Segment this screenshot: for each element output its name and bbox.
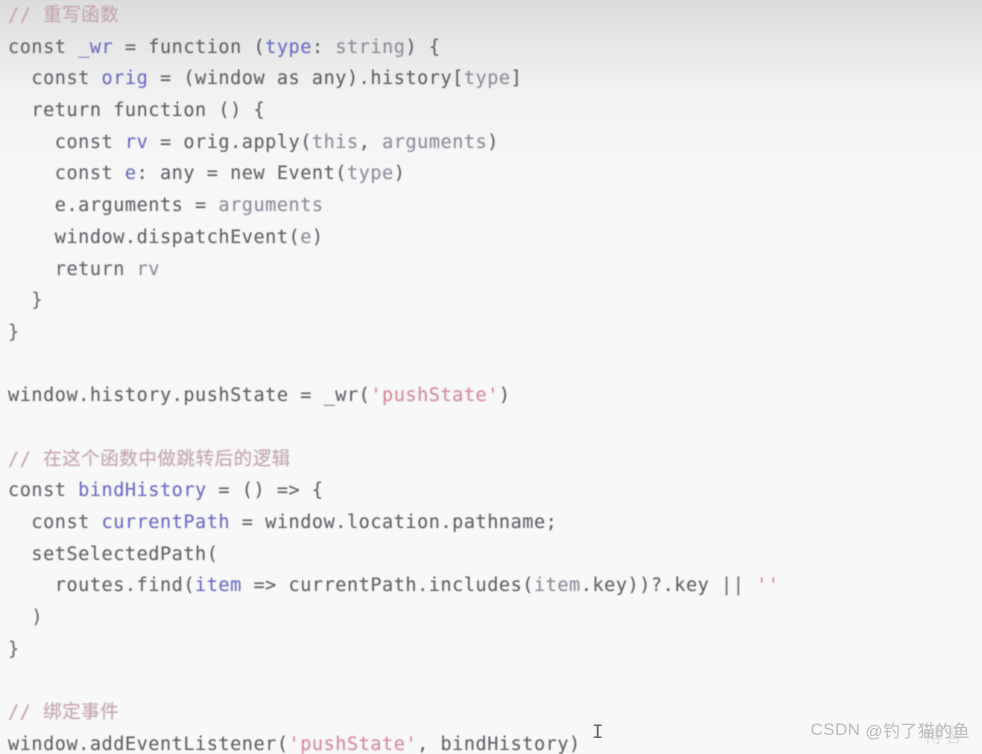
code-token-dim: string	[335, 36, 406, 58]
code-token-plain: : any = new Event(	[136, 163, 347, 185]
watermark-username: @钓了猫的鱼	[865, 722, 970, 741]
code-line: window.history.pushState = _wr('pushStat…	[0, 380, 982, 412]
code-token-decl: rv	[124, 131, 149, 153]
code-token-plain: window.history.pushState = _wr(	[8, 385, 371, 407]
code-token-str: 'pushState'	[288, 733, 418, 754]
code-token-punct: }	[8, 638, 20, 660]
code-token-plain: = (window as any).history[	[148, 68, 464, 90]
code-line: }	[0, 634, 982, 666]
watermark-brand: CSDN	[810, 719, 861, 739]
code-token-kw: return	[8, 258, 137, 280]
code-token-kw: const	[8, 36, 79, 58]
code-token-punct: )	[8, 607, 44, 629]
code-line: const _wr = function (type: string) {	[0, 32, 982, 64]
code-block[interactable]: // 重写函数 const _wr = function (type: strin…	[0, 0, 982, 754]
code-token-dim: arguments	[218, 195, 324, 217]
code-token-str: 'pushState'	[370, 385, 499, 407]
code-token-decl: orig	[101, 68, 149, 90]
code-token-dim: rv	[136, 258, 160, 280]
code-token-plain: .key))?.key	[580, 575, 722, 597]
code-token-plain: )	[487, 131, 499, 153]
code-screenshot: // 重写函数 const _wr = function (type: strin…	[0, 0, 982, 754]
code-line: // 重写函数	[0, 0, 982, 32]
code-token-dim: e	[300, 226, 312, 248]
code-token-kw: const	[8, 480, 79, 502]
code-token-plain: => currentPath.includes(	[241, 575, 534, 597]
code-line: window.dispatchEvent(e)	[0, 222, 982, 254]
code-token-decl: type	[265, 36, 312, 58]
text-caret: I	[592, 721, 604, 743]
code-line: routes.find(item => currentPath.includes…	[0, 570, 982, 602]
code-token-kw: const	[8, 131, 125, 153]
code-token-dim: type	[463, 68, 511, 90]
code-token-plain: e.arguments =	[8, 195, 219, 217]
code-token-plain: setSelectedPath(	[8, 543, 219, 565]
code-token-plain: routes.find(	[8, 575, 196, 597]
code-line: )	[0, 602, 982, 634]
code-token-plain: ]	[510, 68, 523, 90]
code-token-decl: _wr	[78, 36, 114, 58]
code-line: return rv	[0, 254, 982, 286]
code-token-dim: item	[533, 575, 581, 597]
code-token-plain: )	[311, 226, 324, 248]
code-line: }	[0, 317, 982, 349]
code-token-plain: = window.location.pathname;	[230, 512, 558, 533]
code-token-comment: // 在这个函数中做跳转后的逻辑	[8, 448, 291, 470]
code-token-plain: window.addEventListener(	[8, 733, 289, 754]
code-token-punct: }	[8, 321, 20, 343]
code-line: // 在这个函数中做跳转后的逻辑	[0, 444, 982, 476]
code-token-str: ''	[756, 575, 780, 597]
code-line: const currentPath = window.location.path…	[0, 507, 982, 539]
code-token-plain: )	[498, 385, 511, 407]
code-line: e.arguments = arguments	[0, 190, 982, 222]
code-token-decl: bindHistory	[78, 480, 207, 502]
code-token-plain: window.dispatchEvent(	[8, 226, 301, 248]
code-token-plain: = () => {	[206, 480, 324, 502]
code-token-kw: const	[8, 163, 125, 185]
code-token-plain: ) {	[405, 36, 441, 58]
code-token-plain: , bindHistory)	[417, 733, 581, 754]
code-token-dim: this	[311, 131, 359, 153]
code-token-plain: ,	[358, 131, 383, 153]
code-token-comment: // 绑定事件	[8, 702, 120, 724]
code-line: const orig = (window as any).history[typ…	[0, 63, 982, 95]
code-token-plain: )	[393, 163, 406, 185]
code-line: const rv = orig.apply(this, arguments)	[0, 127, 982, 159]
code-token-kw: const	[8, 512, 102, 533]
code-token-kw: const	[8, 68, 102, 90]
code-line: }	[0, 285, 982, 317]
code-token-dim: arguments	[382, 131, 488, 153]
code-token-decl: e	[124, 163, 137, 185]
code-line: const bindHistory = () => {	[0, 475, 982, 507]
code-token-plain: return function () {	[8, 100, 266, 122]
code-token-decl: item	[195, 575, 242, 597]
code-token-decl: currentPath	[101, 512, 231, 533]
code-line: const e: any = new Event(type)	[0, 158, 982, 190]
code-token-plain: :	[311, 36, 336, 58]
code-line: return function () {	[0, 95, 982, 127]
code-token-op: ||	[721, 575, 757, 597]
code-line: setSelectedPath(	[0, 539, 982, 571]
csdn-watermark: CSDN @钓了猫的鱼	[811, 717, 970, 742]
code-token-comment: // 重写函数	[8, 5, 120, 26]
code-token-plain: = orig.apply(	[148, 131, 312, 153]
code-token-punct: }	[8, 290, 44, 312]
code-token-plain: = function (	[113, 36, 266, 58]
code-token-dim: type	[346, 163, 394, 185]
